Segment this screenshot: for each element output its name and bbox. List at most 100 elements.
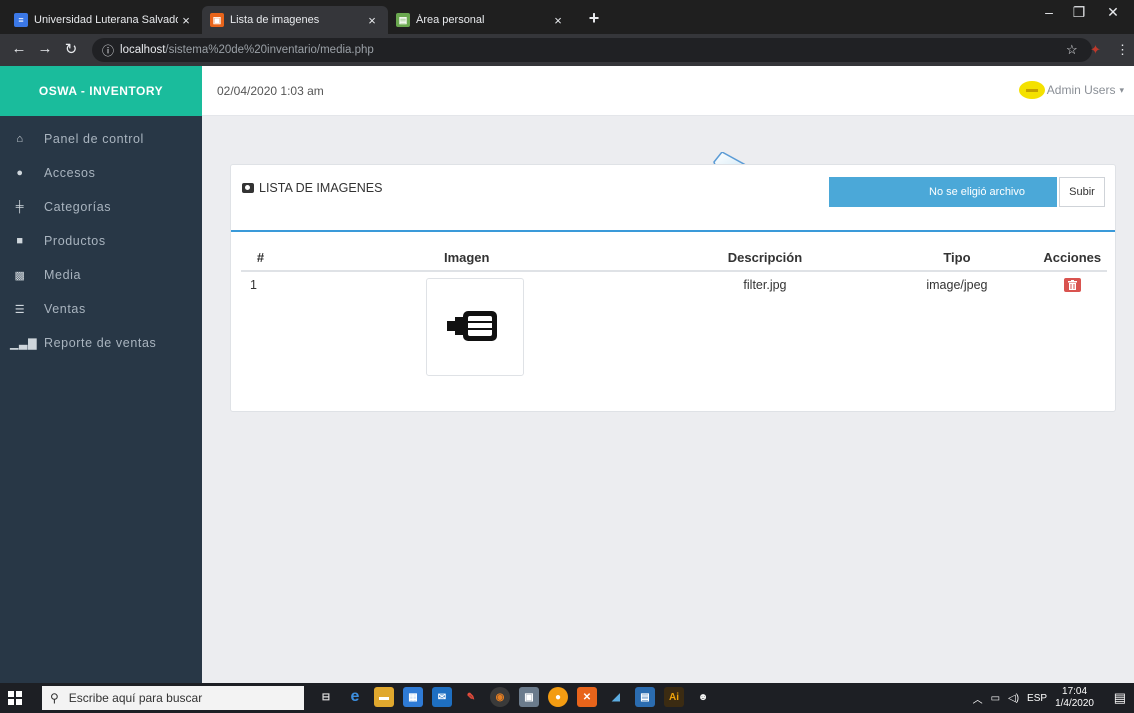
sidebar-nav: ⌂ Panel de control ● Accesos ╪ Categorías ■… (0, 122, 202, 360)
network-icon[interactable]: ▭ (991, 693, 1000, 704)
sidebar-item-accesos[interactable]: ● Accesos (0, 156, 202, 190)
editor-icon[interactable]: ▤ (635, 687, 655, 707)
notifications-icon[interactable]: ▤ (1114, 690, 1126, 706)
app-icon[interactable]: ✎ (461, 687, 481, 707)
caret-down-icon: ▾ (1119, 84, 1124, 95)
restore-icon[interactable]: ❐ (1064, 4, 1094, 21)
sidebar-item-panel[interactable]: ⌂ Panel de control (0, 122, 202, 156)
image-icon: ▩ (14, 269, 26, 282)
illustrator-icon[interactable]: Ai (664, 687, 684, 707)
actions-cell (1038, 271, 1107, 376)
info-icon[interactable]: ⓘ (102, 42, 114, 59)
clock-date: 1/4/2020 (1055, 698, 1094, 709)
panel-title-text: LISTA DE IMAGENES (259, 181, 383, 195)
app-icon: ▣ (210, 13, 224, 27)
sidebar-item-label: Panel de control (44, 132, 144, 146)
address-bar-row: ← → ↻ ⓘ localhost/sistema%20de%20inventa… (0, 34, 1134, 66)
grid-icon: ■ (16, 235, 24, 247)
chrome-icon[interactable]: ◉ (490, 687, 510, 707)
user-menu[interactable]: Admin Users ▾ (1018, 77, 1124, 103)
taskbar: ⚲ Escribe aquí para buscar ⊟ e ▬ ▦ ✉ ✎ ◉… (0, 683, 1134, 713)
page: OSWA - INVENTORY ⌂ Panel de control ● Acce… (0, 66, 1134, 683)
notes-icon[interactable]: ◢ (606, 687, 626, 707)
sidebar-item-label: Reporte de ventas (44, 336, 157, 350)
delete-button[interactable] (1063, 278, 1081, 292)
column-header: Imagen (279, 245, 654, 272)
sidebar-item-label: Categorías (44, 200, 112, 214)
user-icon: ● (16, 167, 24, 179)
camera-icon (242, 183, 254, 193)
forward-icon[interactable]: → (34, 40, 56, 57)
windows-start-icon[interactable] (8, 691, 22, 705)
search-icon: ⚲ (50, 691, 59, 705)
column-header: Descripción (653, 245, 877, 272)
fuel-filter-image (446, 311, 497, 341)
firefox-icon[interactable]: ● (548, 687, 568, 707)
mail-icon[interactable]: ✉ (432, 687, 452, 707)
emoji-icon[interactable]: ☻ (693, 687, 713, 707)
brand-logo[interactable]: OSWA - INVENTORY (0, 66, 202, 116)
url-field[interactable]: ⓘ localhost/sistema%20de%20inventario/me… (92, 38, 1092, 62)
sidebar-item-label: Media (44, 268, 82, 282)
sidebar: OSWA - INVENTORY ⌂ Panel de control ● Acce… (0, 66, 202, 683)
system-tray: ︿ ▭ ◁) ESP 17:04 1/4/2020 (973, 683, 1094, 713)
sidebar-item-reporte[interactable]: ▁▃▇ Reporte de ventas (0, 326, 202, 360)
photos-icon[interactable]: ▣ (519, 687, 539, 707)
sidebar-item-categorias[interactable]: ╪ Categorías (0, 190, 202, 224)
volume-icon[interactable]: ◁) (1008, 693, 1019, 704)
profile-icon[interactable]: ✦ (1090, 42, 1101, 58)
menu-icon[interactable]: ⋮ (1116, 42, 1129, 58)
tab-title: Área personal (416, 14, 485, 26)
browser-tab-3[interactable]: ▤ Área personal × (388, 6, 574, 34)
browser-tab-1[interactable]: ≡ Universidad Luterana Salvadoreñ × (6, 6, 202, 34)
store-icon[interactable]: ▦ (403, 687, 423, 707)
column-header: # (241, 245, 280, 272)
language-indicator[interactable]: ESP (1027, 693, 1047, 704)
url-path: /sistema%20de%20inventario/media.php (165, 44, 374, 56)
close-window-icon[interactable]: ✕ (1098, 4, 1128, 21)
top-header: 02/04/2020 1:03 am Admin Users ▾ (202, 66, 1134, 116)
taskbar-apps: ⊟ e ▬ ▦ ✉ ✎ ◉ ▣ ● ✕ ◢ ▤ Ai ☻ (316, 687, 713, 707)
task-view-icon[interactable]: ⊟ (316, 687, 336, 707)
home-icon: ⌂ (16, 133, 24, 145)
tray-chevron-icon[interactable]: ︿ (973, 691, 983, 706)
tab-title: Universidad Luterana Salvadoreñ (34, 14, 178, 26)
sidebar-item-media[interactable]: ▩ Media (0, 258, 202, 292)
bookmark-star-icon[interactable]: ☆ (1066, 42, 1078, 58)
datetime-label: 02/04/2020 1:03 am (217, 84, 324, 98)
close-tab-icon[interactable]: × (550, 13, 566, 28)
moodle-icon: ▤ (396, 13, 410, 27)
taskbar-search-input[interactable]: ⚲ Escribe aquí para buscar (42, 686, 304, 710)
sidebar-item-productos[interactable]: ■ Productos (0, 224, 202, 258)
screen: ≡ Universidad Luterana Salvadoreñ × ▣ Li… (0, 0, 1134, 713)
reload-icon[interactable]: ↻ (60, 40, 82, 58)
image-thumbnail[interactable] (425, 278, 524, 376)
xampp-icon[interactable]: ✕ (577, 687, 597, 707)
edge-icon[interactable]: e (345, 687, 365, 707)
sidebar-item-ventas[interactable]: ☰ Ventas (0, 292, 202, 326)
close-tab-icon[interactable]: × (178, 13, 194, 28)
column-header: Acciones (1037, 245, 1107, 272)
document-icon: ≡ (14, 13, 28, 27)
close-tab-icon[interactable]: × (364, 13, 380, 28)
back-icon[interactable]: ← (8, 40, 30, 57)
clock[interactable]: 17:04 1/4/2020 (1055, 686, 1094, 710)
sidebar-item-label: Accesos (44, 166, 96, 180)
new-tab-button[interactable]: + (584, 8, 604, 29)
search-placeholder: Escribe aquí para buscar (68, 691, 203, 705)
upload-button[interactable]: Subir (1059, 177, 1105, 207)
user-name: Admin Users (1046, 83, 1116, 97)
column-header: Tipo (876, 245, 1038, 272)
tab-title: Lista de imagenes (230, 14, 320, 26)
file-input[interactable]: No se eligió archivo (829, 177, 1057, 207)
clock-time: 17:04 (1062, 686, 1088, 697)
bar-chart-icon: ▁▃▇ (10, 337, 38, 350)
tree-icon: ╪ (15, 201, 25, 213)
browser-tab-2[interactable]: ▣ Lista de imagenes × (202, 6, 388, 34)
minimize-icon[interactable]: – (1034, 4, 1064, 20)
file-explorer-icon[interactable]: ▬ (374, 687, 394, 707)
table-row: 1 filter.jpg image/jpeg (241, 271, 1107, 376)
list-icon: ☰ (14, 303, 26, 316)
panel-header: LISTA DE IMAGENES No se eligió archivo S… (231, 165, 1115, 232)
sidebar-item-label: Ventas (44, 302, 86, 316)
